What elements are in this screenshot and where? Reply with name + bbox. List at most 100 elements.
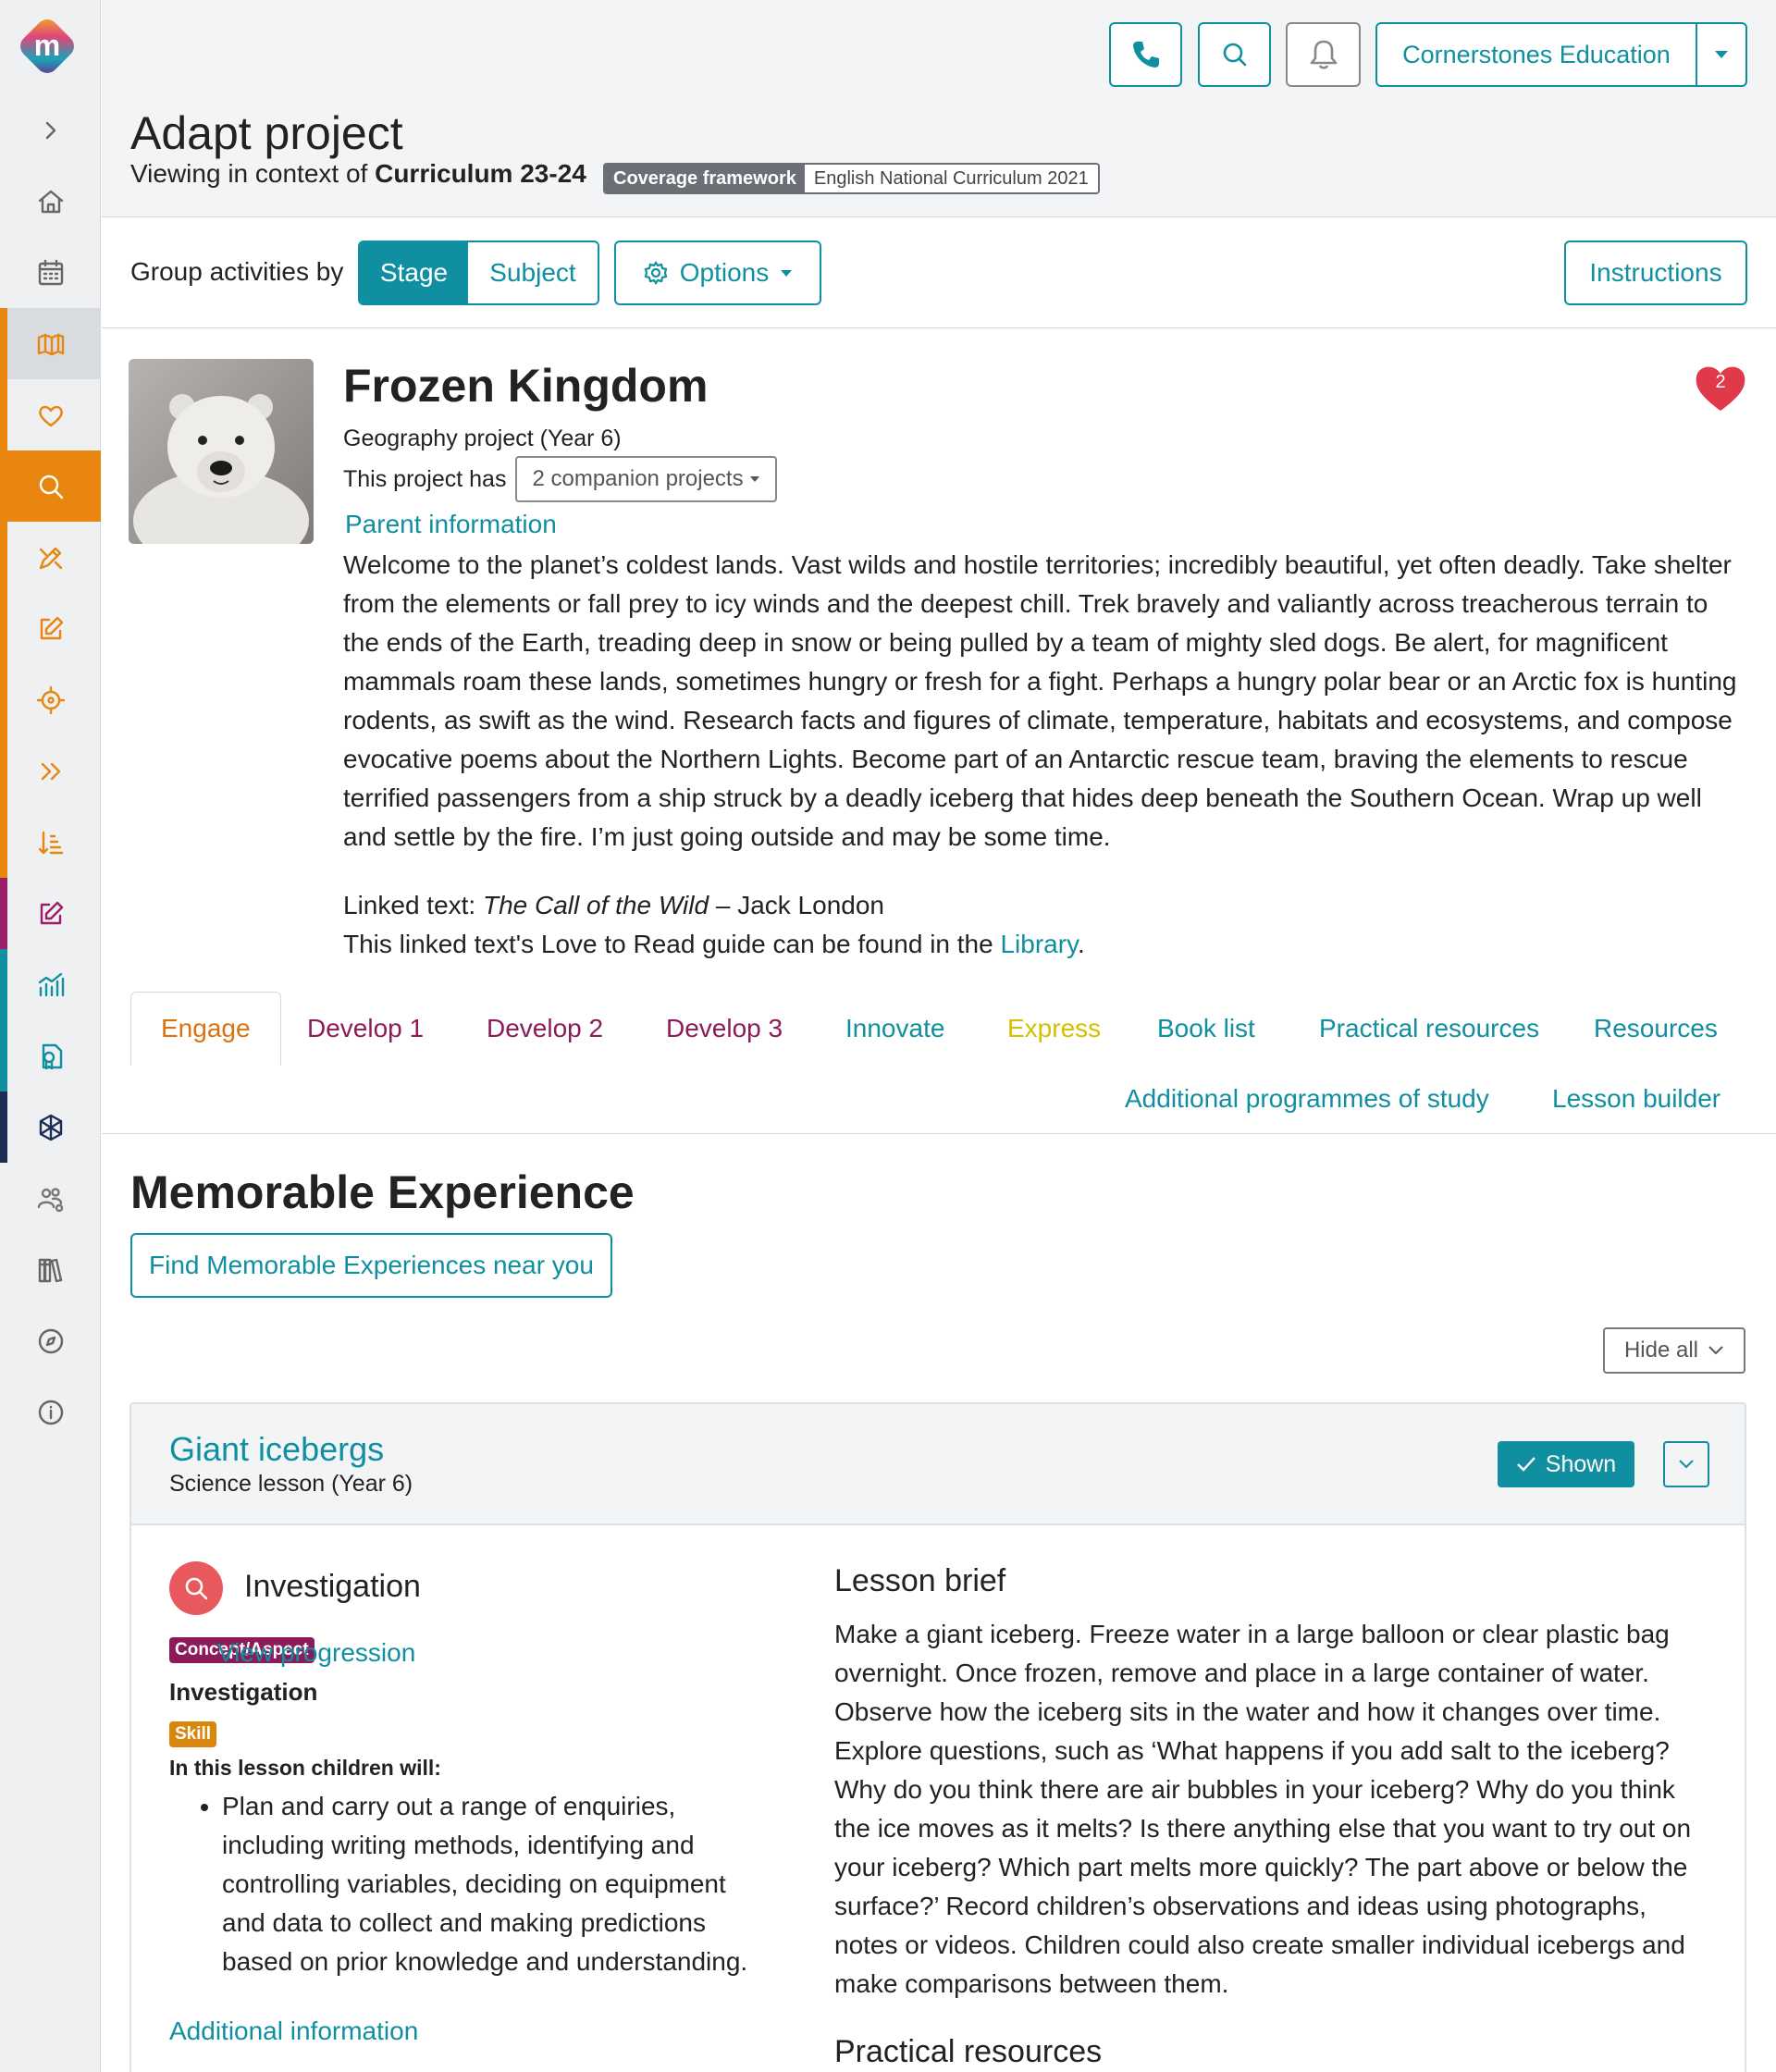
tab-additional-programmes[interactable]: Additional programmes of study [1125,1084,1489,1114]
practical-resources-title: Practical resources [834,2034,1103,2069]
companion-projects-dropdown[interactable]: 2 companion projects [515,456,777,502]
sidebar-network[interactable] [0,1092,101,1163]
coverage-value: English National Curriculum 2021 [804,165,1098,192]
sidebar-users[interactable] [0,1163,101,1234]
tab-engage[interactable]: Engage [130,992,281,1066]
favourite-button[interactable]: 2 [1693,361,1748,413]
search-icon [1223,43,1246,67]
sidebar-sort[interactable] [0,807,101,878]
tab-resources[interactable]: Resources [1594,1014,1718,1043]
library-link[interactable]: Library [1000,930,1078,958]
lesson-type: Investigation [244,1569,421,1604]
target-icon [36,685,65,714]
investigation-badge [169,1561,223,1615]
header-search-button[interactable] [1198,22,1271,87]
chevron-down-icon [1708,1346,1723,1355]
call-button[interactable] [1109,22,1182,87]
lesson-subtitle: Science lesson (Year 6) [169,1471,413,1497]
info-icon [38,1400,63,1424]
lesson-brief-title: Lesson brief [834,1563,1006,1598]
caret-down-icon [1715,51,1728,58]
hide-all-button[interactable]: Hide all [1603,1327,1745,1374]
brand-logo[interactable]: m [14,13,80,80]
network-icon [39,1114,62,1141]
group-by-stage-button[interactable]: Stage [360,242,468,303]
coverage-key: Coverage framework [605,165,805,192]
concept-value: Investigation [169,1678,318,1706]
objectives-list: Plan and carry out a range of enquiries,… [196,1787,770,1981]
notifications-button[interactable] [1286,22,1361,87]
context-prefix: Viewing in context of [130,159,368,188]
sidebar-edit[interactable] [0,593,101,664]
check-icon [1516,1457,1536,1472]
view-progression-link[interactable]: View progression [217,1638,415,1668]
find-memorable-experiences-button[interactable]: Find Memorable Experiences near you [130,1233,612,1298]
organisation-selector[interactable]: Cornerstones Education [1375,22,1747,87]
sidebar-assessment[interactable] [0,878,101,949]
parent-information-link[interactable]: Parent information [345,510,557,539]
sidebar-explore[interactable] [0,1305,101,1376]
linked-title: The Call of the Wild [482,891,709,919]
lesson-title[interactable]: Giant icebergs [169,1430,384,1469]
page-header: Cornerstones Education Adapt project Vie… [102,0,1776,217]
svg-text:m: m [34,29,60,62]
lesson-brief-text: Make a giant iceberg. Freeze water in a … [834,1620,1692,1998]
sidebar-analytics[interactable] [0,949,101,1020]
tab-lesson-builder[interactable]: Lesson builder [1552,1084,1720,1114]
tab-develop-3[interactable]: Develop 3 [666,1014,783,1043]
instructions-button[interactable]: Instructions [1564,240,1747,305]
calendar-icon [38,259,63,285]
caret-down-icon [749,476,759,482]
shown-toggle-button[interactable]: Shown [1498,1441,1634,1487]
companion-projects-row: This project has 2 companion projects [343,456,777,502]
home-icon [38,190,63,213]
hide-all-label: Hide all [1623,1338,1699,1363]
edit-icon [40,616,63,639]
context-curriculum: Curriculum 23-24 [375,159,586,188]
sidebar-expand[interactable] [0,94,101,166]
phone-icon [1132,42,1159,68]
project-title: Frozen Kingdom [343,360,709,412]
books-icon [38,1258,62,1282]
tab-express[interactable]: Express [1007,1014,1101,1043]
sidebar-projects[interactable] [0,308,101,379]
sidebar-target[interactable] [0,664,101,735]
guide-prefix: This linked text's Love to Read guide ca… [343,930,993,958]
design-icon [39,547,62,569]
project-description: Welcome to the planet’s coldest lands. V… [343,550,1737,851]
in-lesson-heading: In this lesson children will: [169,1756,441,1780]
sidebar-search[interactable] [0,450,101,522]
organisation-dropdown-toggle[interactable] [1697,24,1745,85]
group-activities-bar: Group activities by Stage Subject Option… [102,218,1776,328]
tab-innovate[interactable]: Innovate [845,1014,944,1043]
tab-develop-1[interactable]: Develop 1 [307,1014,424,1043]
tab-practical-resources[interactable]: Practical resources [1319,1014,1539,1043]
sidebar-info[interactable] [0,1376,101,1448]
group-by-subject-button[interactable]: Subject [468,242,598,303]
search-icon [39,475,63,499]
sidebar-calendar[interactable] [0,237,101,308]
magnifier-icon [185,1577,208,1600]
sidebar-favourites[interactable] [0,379,101,450]
additional-information-link[interactable]: Additional information [169,2016,418,2046]
sort-icon [38,831,63,854]
list-item: Plan and carry out a range of enquiries,… [222,1787,770,1981]
sidebar-certificate[interactable] [0,1020,101,1092]
caret-down-icon [781,269,793,277]
organisation-name[interactable]: Cornerstones Education [1377,24,1697,85]
heart-icon [38,405,63,426]
coverage-framework-badge: Coverage framework English National Curr… [603,163,1100,194]
group-by-toggle: Stage Subject [358,240,599,305]
sidebar-home[interactable] [0,166,101,237]
compass-icon [38,1328,63,1353]
tab-develop-2[interactable]: Develop 2 [487,1014,603,1043]
skill-badge: Skill [169,1721,217,1747]
sidebar-library[interactable] [0,1234,101,1305]
certificate-icon [42,1043,62,1069]
linked-text: Linked text: The Call of the Wild – Jack… [343,886,1085,964]
options-button[interactable]: Options [614,240,821,305]
tab-book-list[interactable]: Book list [1157,1014,1255,1043]
expand-lesson-button[interactable] [1663,1441,1709,1487]
sidebar-design[interactable] [0,522,101,593]
sidebar-progress[interactable] [0,735,101,807]
